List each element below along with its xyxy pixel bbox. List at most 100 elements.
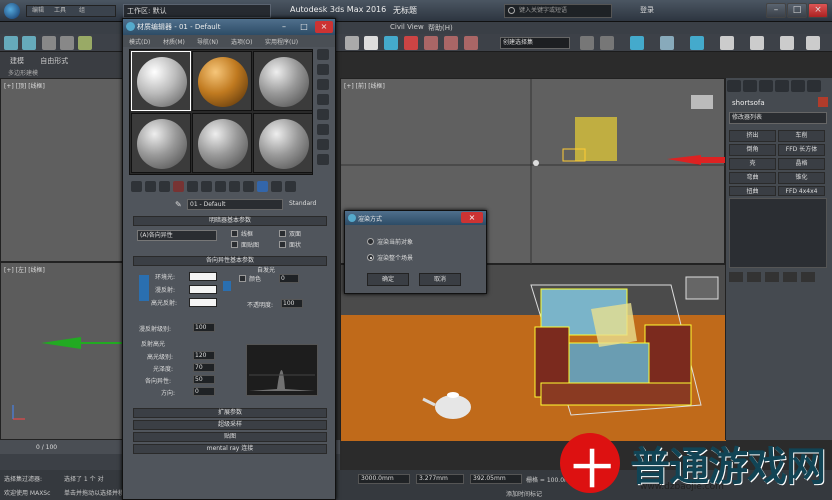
bind-icon[interactable] [78,36,92,50]
show-end-result-icon[interactable] [257,181,268,192]
put-to-scene-icon[interactable] [145,181,156,192]
options-icon[interactable] [317,139,329,150]
object-color-swatch[interactable] [818,97,828,107]
anisotropy-spinner[interactable]: 50 [193,375,215,384]
create-tab-icon[interactable] [727,80,741,92]
percent-snap-icon[interactable] [464,36,478,50]
viewport-label[interactable]: [+] [左] [线框] [4,265,45,274]
app-logo-icon[interactable] [4,3,20,19]
curve-editor-icon[interactable] [660,36,674,50]
diffuse-level-spinner[interactable]: 100 [193,323,215,332]
orientation-spinner[interactable]: 0 [193,387,215,396]
glossiness-spinner[interactable]: 70 [193,363,215,372]
select-by-material-icon[interactable] [317,154,329,165]
modifier-stack[interactable] [729,198,827,268]
object-name-field[interactable]: shortsofa [732,99,765,107]
preview-icon[interactable] [317,124,329,135]
viewport-top[interactable]: [+] [顶] [线框] [0,78,128,262]
tab-freeform[interactable]: 自由形式 [40,57,68,65]
sample-slot[interactable] [192,51,252,111]
modifier-button[interactable]: 倒角 [729,144,776,156]
modifier-button[interactable]: 弯曲 [729,172,776,184]
self-illum-color-checkbox[interactable] [239,275,246,282]
menu-utilities[interactable]: 实用程序(U) [265,37,298,46]
maxscript-listener[interactable]: 欢迎使用 MAXSc [4,488,50,497]
rollout-shader-basic[interactable]: 明暗器基本参数 [133,216,327,226]
y-coordinate-field[interactable]: 3.277mm [416,474,464,484]
sample-slot[interactable] [192,113,252,173]
layer-icon[interactable] [630,36,644,50]
viewport-left[interactable]: [+] [左] [线框] [0,262,129,440]
video-check-icon[interactable] [317,109,329,120]
viewcube-icon[interactable] [691,95,713,109]
search-input[interactable]: 键入关键字或短语 [504,4,612,18]
specular-color-swatch[interactable] [189,298,217,307]
put-to-library-icon[interactable] [215,181,226,192]
modify-tab-icon[interactable] [743,80,757,92]
viewport-label[interactable]: [+] [顶] [线框] [4,81,45,90]
qa-edit-menu[interactable]: 编辑 [28,6,48,16]
diffuse-color-swatch[interactable] [189,285,217,294]
angle-snap-icon[interactable] [444,36,458,50]
modifier-button[interactable]: 壳 [729,158,776,170]
render-scene-radio[interactable] [367,254,374,261]
undo-icon[interactable] [4,36,18,50]
minimize-button[interactable]: – [766,3,786,18]
material-editor-icon[interactable] [690,36,704,50]
material-type-button[interactable]: Standard [289,200,316,207]
two-sided-checkbox[interactable] [279,230,286,237]
face-map-checkbox[interactable] [231,241,238,248]
menu-help[interactable]: 帮助(H) [428,23,453,33]
get-material-icon[interactable] [131,181,142,192]
shader-dropdown[interactable]: (A)各向异性 [137,230,217,241]
tab-modeling[interactable]: 建模 [10,57,24,65]
go-forward-icon[interactable] [285,181,296,192]
display-tab-icon[interactable] [791,80,805,92]
menu-options[interactable]: 选项(O) [231,37,252,46]
render-icon[interactable] [780,36,794,50]
sample-slot[interactable] [131,113,191,173]
modifier-button[interactable]: 车削 [778,130,825,142]
motion-tab-icon[interactable] [775,80,789,92]
menu-material[interactable]: 材质(M) [163,37,185,46]
rollout-anisotropic-basic[interactable]: 各向异性基本参数 [133,256,327,266]
dialog-close-button[interactable]: × [461,212,483,223]
ok-button[interactable]: 确定 [367,273,409,286]
mirror-icon[interactable] [580,36,594,50]
snap-icon[interactable] [424,36,438,50]
link-icon[interactable] [42,36,56,50]
uv-tiling-icon[interactable] [317,94,329,105]
cancel-button[interactable]: 取消 [419,273,461,286]
make-unique-icon[interactable] [201,181,212,192]
rollout-extended[interactable]: 扩展参数 [133,408,327,418]
me-close-button[interactable]: × [315,21,333,33]
redo-icon[interactable] [22,36,36,50]
pin-stack-icon[interactable] [729,272,743,282]
qa-group-menu[interactable]: 组 [72,6,92,16]
spec-level-spinner[interactable]: 120 [193,351,215,360]
menu-navigation[interactable]: 导航(N) [197,37,218,46]
modifier-button[interactable]: FFD 4x4x4 [778,186,825,196]
signin-button[interactable]: 登录 [640,5,654,15]
map-button-icon[interactable] [223,281,231,291]
close-button[interactable]: × [808,3,828,18]
sample-slot[interactable] [131,51,191,111]
configure-sets-icon[interactable] [801,272,815,282]
wire-checkbox[interactable] [231,230,238,237]
reset-map-icon[interactable] [173,181,184,192]
show-map-icon[interactable] [243,181,254,192]
copy-material-icon[interactable] [187,181,198,192]
add-time-tag-button[interactable]: 添加时间标记 [506,489,542,498]
menu-civil-view[interactable]: Civil View [390,23,424,31]
eyedropper-icon[interactable]: ✎ [175,200,185,210]
align-icon[interactable] [600,36,614,50]
material-id-icon[interactable] [229,181,240,192]
x-coordinate-field[interactable]: 3000.0mm [358,474,410,484]
rollout-mental-ray[interactable]: mental ray 连接 [133,444,327,454]
unlink-icon[interactable] [60,36,74,50]
selection-set-dropdown[interactable]: 创建选择集 [500,37,570,49]
self-illum-spinner[interactable]: 0 [279,274,299,283]
make-unique-icon[interactable] [765,272,779,282]
workspace-dropdown[interactable]: 工作区: 默认 [123,4,271,18]
rollout-supersampling[interactable]: 超级采样 [133,420,327,430]
